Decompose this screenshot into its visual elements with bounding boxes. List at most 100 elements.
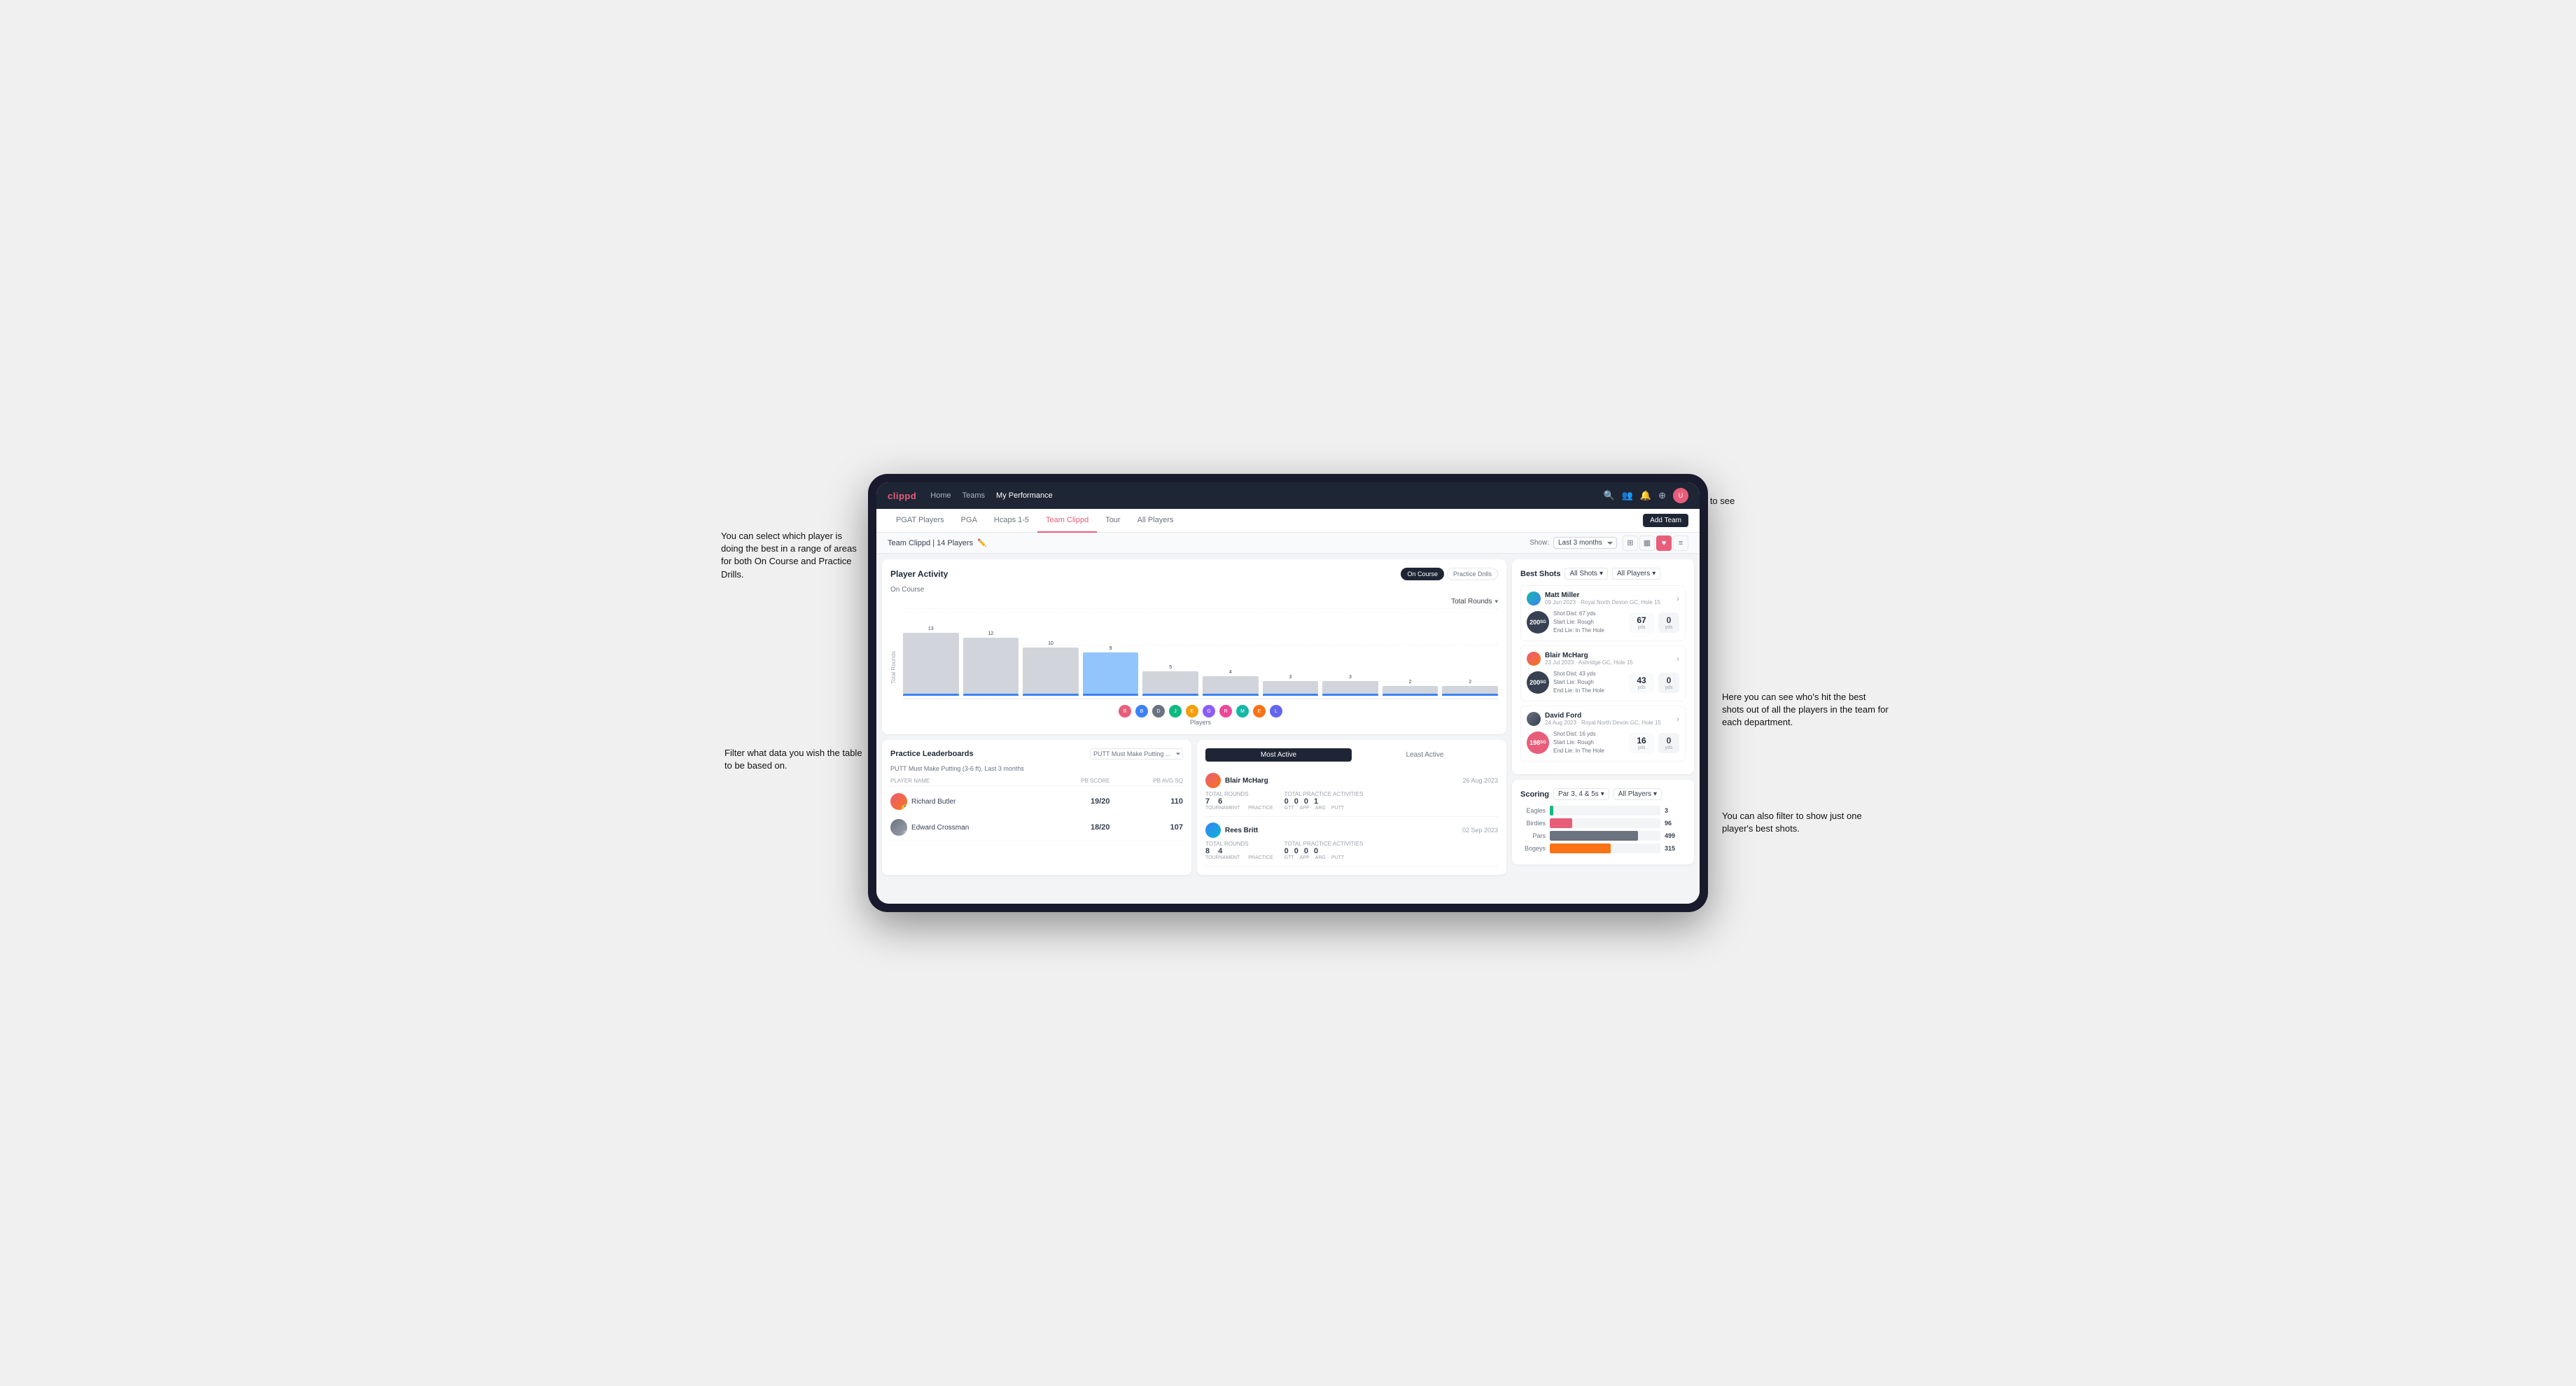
practice-row-crossman[interactable]: 2 Edward Crossman 18/20 107 — [890, 815, 1183, 841]
bar-mcHarg[interactable]: 13 — [903, 626, 959, 696]
bar-ebert[interactable]: 5 — [1142, 665, 1198, 696]
activity-date-mcharg: 26 Aug 2023 — [1462, 777, 1498, 784]
sub-nav-pgat[interactable]: PGAT Players — [888, 509, 953, 533]
app-logo: clippd — [888, 491, 916, 501]
practice-player-info-butler: 🥇 Richard Butler — [890, 793, 1037, 810]
shot-player-miller: Matt Miller 09 Jun 2023 · Royal North De… — [1527, 592, 1679, 606]
all-shots-dropdown[interactable]: All Shots ▾ — [1564, 568, 1608, 580]
sub-nav-all-players[interactable]: All Players — [1129, 509, 1182, 533]
shot-metric1-ford: 16 yds — [1629, 733, 1654, 753]
on-course-tab[interactable]: On Course — [1401, 568, 1444, 580]
bogeys-bar-wrap — [1550, 844, 1660, 853]
activity-name-britt: Rees Britt — [1225, 827, 1258, 834]
sub-nav-hcaps[interactable]: Hcaps 1-5 — [986, 509, 1037, 533]
annotation-filter-shots: You can also filter to show just one pla… — [1722, 810, 1890, 835]
shot-avatar-ford — [1527, 712, 1541, 726]
shot-name-miller: Matt Miller — [1545, 592, 1672, 599]
search-icon[interactable]: 🔍 — [1604, 490, 1615, 501]
avatar-crossman: E — [1253, 705, 1266, 718]
nav-teams[interactable]: Teams — [962, 491, 985, 500]
card-view-btn[interactable]: ▦ — [1639, 536, 1655, 551]
add-team-button[interactable]: Add Team — [1643, 514, 1688, 527]
practice-leaderboards-card: Practice Leaderboards PUTT Must Make Put… — [882, 740, 1191, 875]
practice-val-mcharg: 6 — [1218, 797, 1222, 806]
team-name: Team Clippd | 14 Players — [888, 539, 973, 547]
practice-subtitle: PUTT Must Make Putting (3-6 ft), Last 3 … — [890, 765, 1183, 772]
birdies-label: Birdies — [1520, 820, 1546, 827]
nav-my-performance[interactable]: My Performance — [996, 491, 1053, 500]
scoring-all-players-dropdown[interactable]: All Players ▾ — [1614, 788, 1662, 800]
practice-title: Practice Leaderboards — [890, 750, 974, 758]
par-dropdown[interactable]: Par 3, 4 & 5s ▾ — [1553, 788, 1609, 800]
practice-score-crossman: 18/20 — [1037, 823, 1110, 832]
sub-nav: PGAT Players PGA Hcaps 1-5 Team Clippd T… — [876, 509, 1700, 533]
shot-details-mcharg: 200 SG Shot Dist: 43 yds Start Lie: Roug… — [1527, 670, 1679, 695]
add-icon[interactable]: ⊕ — [1658, 490, 1666, 501]
total-rounds-dropdown-icon[interactable]: ▾ — [1494, 598, 1498, 606]
bar-crossman[interactable]: 2 — [1382, 680, 1438, 696]
players-axis-label: Players — [903, 719, 1498, 726]
sub-nav-tour[interactable]: Tour — [1097, 509, 1128, 533]
shot-chevron-ford[interactable]: › — [1676, 714, 1679, 724]
bar-coles[interactable]: 9 — [1083, 646, 1139, 696]
bell-icon[interactable]: 🔔 — [1640, 490, 1651, 501]
activity-stats-britt: Total Rounds 8 4 Tournament — [1205, 841, 1498, 860]
activity-avatar-mcharg — [1205, 773, 1221, 788]
all-players-dropdown[interactable]: All Players ▾ — [1612, 568, 1660, 580]
shot-chevron-mcharg[interactable]: › — [1676, 654, 1679, 664]
sub-nav-pga[interactable]: PGA — [953, 509, 986, 533]
bar-value-mcharg: 13 — [928, 626, 934, 631]
practice-row-butler[interactable]: 🥇 Richard Butler 19/20 110 — [890, 789, 1183, 815]
nav-icons: 🔍 👥 🔔 ⊕ U — [1604, 488, 1688, 503]
annotation-filter: Filter what data you wish the table to b… — [724, 747, 864, 772]
heart-view-btn[interactable]: ♥ — [1656, 536, 1672, 551]
tablet-shell: clippd Home Teams My Performance 🔍 👥 🔔 ⊕… — [868, 474, 1708, 912]
scoring-card: Scoring Par 3, 4 & 5s ▾ All Players ▾ — [1512, 780, 1694, 864]
bottom-cards: Practice Leaderboards PUTT Must Make Put… — [882, 740, 1506, 875]
rounds-values-britt: 8 4 — [1205, 847, 1273, 855]
bar-miller[interactable]: 3 — [1322, 675, 1378, 696]
sub-nav-team-clippd[interactable]: Team Clippd — [1037, 509, 1097, 533]
rounds-values-mcharg: 7 6 — [1205, 797, 1273, 806]
show-dropdown[interactable]: Last 3 months Last month Last 6 months L… — [1553, 537, 1617, 549]
bar-mcharg-rect — [903, 633, 959, 696]
practice-stat-mcharg: Total Practice Activities 0 0 0 1 — [1284, 791, 1364, 811]
bar-butler[interactable]: 3 — [1263, 675, 1319, 696]
practice-dropdown[interactable]: PUTT Must Make Putting ... — [1090, 748, 1183, 760]
scoring-title: Scoring — [1520, 790, 1549, 799]
least-active-tab[interactable]: Least Active — [1352, 748, 1498, 762]
practice-values-mcharg: 0 0 0 1 — [1284, 797, 1364, 806]
practice-avg-butler: 110 — [1110, 797, 1184, 806]
bar-billingham[interactable]: 4 — [1203, 670, 1259, 696]
best-shots-card: Best Shots All Shots ▾ All Players ▾ — [1512, 559, 1694, 774]
most-active-tab[interactable]: Most Active — [1205, 748, 1352, 762]
shot-row-mcharg[interactable]: Blair McHarg 23 Jul 2023 · Ashridge GC, … — [1520, 645, 1686, 701]
bar-britt[interactable]: 12 — [963, 631, 1019, 696]
gtt-val: 0 — [1284, 797, 1289, 806]
shot-player-mcharg: Blair McHarg 23 Jul 2023 · Ashridge GC, … — [1527, 652, 1679, 666]
show-label: Show: — [1530, 539, 1549, 547]
bar-ford[interactable]: 10 — [1023, 641, 1079, 696]
shot-row-ford[interactable]: David Ford 24 Aug 2023 · Royal North Dev… — [1520, 706, 1686, 762]
practice-drills-tab[interactable]: Practice Drills — [1447, 568, 1498, 580]
bar-robertson[interactable]: 2 — [1442, 680, 1498, 696]
eagles-bar-wrap — [1550, 806, 1660, 816]
grid-view-btn[interactable]: ⊞ — [1623, 536, 1638, 551]
scoring-eagles: Eagles 3 — [1520, 806, 1686, 816]
shot-chevron-miller[interactable]: › — [1676, 594, 1679, 603]
nav-home[interactable]: Home — [930, 491, 951, 500]
edit-icon[interactable]: ✏️ — [977, 538, 987, 547]
bogeys-bar — [1550, 844, 1611, 853]
scoring-chart: Eagles 3 Birdies — [1520, 806, 1686, 853]
shot-row-miller[interactable]: Matt Miller 09 Jun 2023 · Royal North De… — [1520, 585, 1686, 641]
shot-info-details-ford: Shot Dist: 16 yds Start Lie: Rough End L… — [1553, 730, 1625, 755]
user-avatar[interactable]: U — [1673, 488, 1688, 503]
list-view-btn[interactable]: ≡ — [1673, 536, 1688, 551]
col-pb-avg: PB AVG SQ — [1110, 778, 1184, 784]
rank-badge-2: 2 — [902, 830, 907, 836]
player-activity-header: Player Activity On Course Practice Drill… — [890, 568, 1498, 580]
left-panel: Player Activity On Course Practice Drill… — [882, 559, 1506, 898]
rank-badge-1: 🥇 — [902, 804, 907, 810]
users-icon[interactable]: 👥 — [1622, 490, 1633, 501]
activity-stats-mcharg: Total Rounds 7 6 Tournament — [1205, 791, 1498, 811]
